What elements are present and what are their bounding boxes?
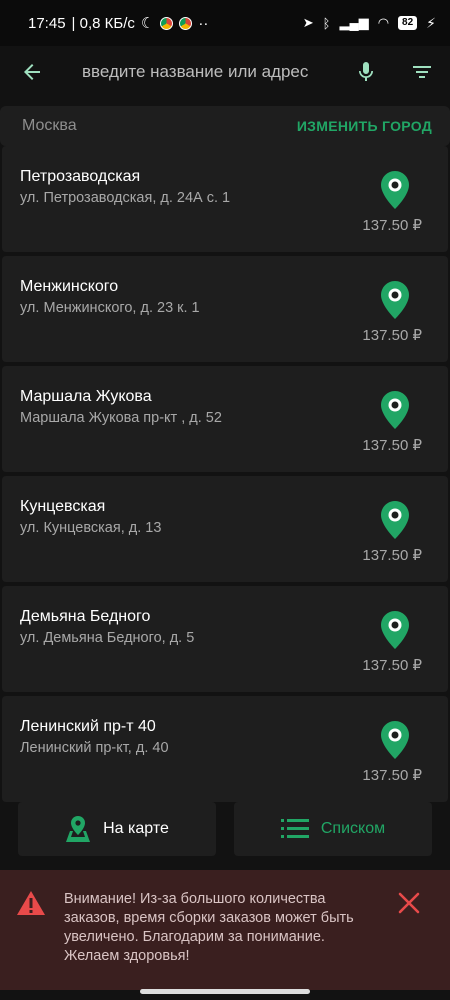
microphone-icon[interactable] — [354, 60, 378, 84]
store-price: 137.50 ₽ — [362, 547, 422, 564]
view-toggle: На карте Списком — [0, 802, 450, 856]
store-card[interactable]: Петрозаводская ул. Петрозаводская, д. 24… — [2, 146, 448, 252]
search-input[interactable] — [82, 62, 344, 82]
store-price: 137.50 ₽ — [362, 657, 422, 674]
store-address: ул. Кунцевская, д. 13 — [20, 520, 162, 536]
map-view-button[interactable]: На карте — [18, 802, 216, 856]
wifi-icon: ◠ — [377, 15, 390, 30]
map-view-label: На карте — [103, 820, 169, 837]
location-arrow-icon: ➤ — [302, 15, 314, 30]
store-address: ул. Петрозаводская, д. 24А с. 1 — [20, 190, 231, 206]
store-card[interactable]: Ленинский пр-т 40 Ленинский пр-кт, д. 40… — [2, 696, 448, 802]
battery-icon: 82 — [398, 16, 418, 30]
warning-icon — [17, 891, 45, 915]
store-name: Маршала Жукова — [20, 388, 152, 405]
store-price: 137.50 ₽ — [362, 767, 422, 784]
store-card[interactable]: Маршала Жукова Маршала Жукова пр-кт , д.… — [2, 366, 448, 472]
gesture-nav-bar[interactable] — [140, 989, 310, 994]
map-marker-icon — [66, 816, 91, 842]
store-price: 137.50 ₽ — [362, 217, 422, 234]
chrome-icon — [160, 16, 174, 30]
store-name: Демьяна Бедного — [20, 608, 151, 625]
close-icon[interactable] — [398, 892, 420, 914]
store-name: Петрозаводская — [20, 168, 141, 185]
store-address: Маршала Жукова пр-кт , д. 52 — [20, 410, 222, 426]
store-card[interactable]: Кунцевская ул. Кунцевская, д. 13 137.50 … — [2, 476, 448, 582]
warning-banner: Внимание! Из-за большого количества зака… — [0, 870, 450, 990]
store-price: 137.50 ₽ — [362, 327, 422, 344]
bluetooth-icon: ᛒ — [322, 15, 331, 31]
list-icon — [280, 819, 309, 838]
signal-icon: ▂▄▆ — [339, 15, 369, 30]
map-pin-icon — [381, 281, 409, 319]
city-selector: Москва ИЗМЕНИТЬ ГОРОД — [0, 106, 450, 146]
chrome-icon — [179, 16, 193, 30]
moon-icon: ☾ — [140, 15, 155, 32]
filter-icon[interactable] — [410, 60, 434, 84]
map-pin-icon — [381, 171, 409, 209]
store-name: Кунцевская — [20, 498, 106, 515]
store-name: Менжинского — [20, 278, 119, 295]
store-address: ул. Демьяна Бедного, д. 5 — [20, 630, 195, 646]
more-dots-icon: ·· — [198, 14, 209, 32]
change-city-button[interactable]: ИЗМЕНИТЬ ГОРОД — [297, 118, 432, 134]
status-bar: 17:45 | 0,8 КБ/с ☾ ·· ➤ ᛒ ▂▄▆ ◠ 82 ⚡ — [0, 0, 450, 46]
status-speed: | 0,8 КБ/с — [71, 14, 135, 32]
map-pin-icon — [381, 721, 409, 759]
store-name: Ленинский пр-т 40 — [20, 718, 156, 735]
list-view-button[interactable]: Списком — [234, 802, 432, 856]
city-name: Москва — [22, 117, 77, 134]
store-card[interactable]: Демьяна Бедного ул. Демьяна Бедного, д. … — [2, 586, 448, 692]
status-time: 17:45 — [28, 14, 66, 32]
warning-message: Внимание! Из-за большого количества зака… — [64, 891, 354, 964]
store-list: Петрозаводская ул. Петрозаводская, д. 24… — [0, 146, 450, 806]
map-pin-icon — [381, 391, 409, 429]
store-address: ул. Менжинского, д. 23 к. 1 — [20, 300, 200, 316]
charging-icon: ⚡ — [426, 14, 436, 31]
back-arrow-icon[interactable] — [20, 60, 44, 84]
store-address: Ленинский пр-кт, д. 40 — [20, 740, 169, 756]
map-pin-icon — [381, 501, 409, 539]
search-toolbar — [0, 46, 450, 98]
list-view-label: Списком — [320, 820, 386, 837]
map-pin-icon — [381, 611, 409, 649]
store-price: 137.50 ₽ — [362, 437, 422, 454]
store-card[interactable]: Менжинского ул. Менжинского, д. 23 к. 1 … — [2, 256, 448, 362]
